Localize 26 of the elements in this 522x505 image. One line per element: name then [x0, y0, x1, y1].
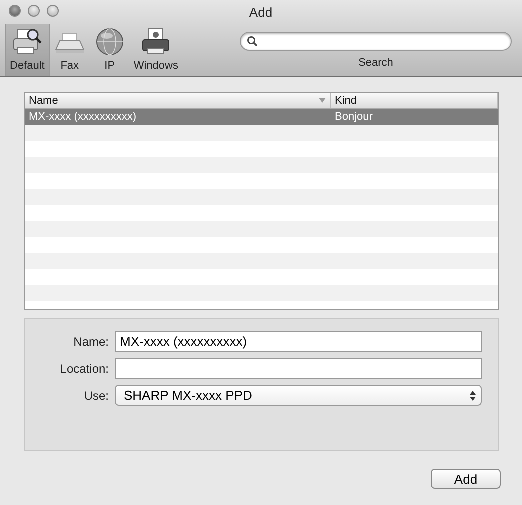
- name-field[interactable]: MX-xxxx (xxxxxxxxxx): [115, 331, 482, 352]
- close-button[interactable]: [9, 5, 21, 17]
- zoom-button[interactable]: [47, 5, 59, 17]
- search-icon: [247, 36, 258, 47]
- sort-arrow-icon: [319, 98, 326, 103]
- field-label: Location:: [59, 362, 109, 376]
- search-field[interactable]: [240, 32, 512, 51]
- location-field[interactable]: [115, 358, 482, 379]
- toolbar-item[interactable]: Fax: [50, 24, 90, 76]
- search-label: Search: [358, 57, 394, 69]
- field-label: Name:: [72, 334, 109, 348]
- toolbar-item[interactable]: Windows: [130, 24, 182, 76]
- column-header[interactable]: Kind: [331, 93, 498, 108]
- stepper-arrows-icon: [470, 390, 476, 400]
- table-cell-text: MX-xxxx (xxxxxxxxxx): [28, 110, 138, 125]
- globe-icon: [94, 26, 126, 58]
- minimize-button[interactable]: [28, 5, 40, 17]
- driver-dropdown[interactable]: SHARP MX-xxxx PPD: [115, 385, 482, 406]
- field-label: Use:: [83, 388, 109, 402]
- toolbar-item[interactable]: Default: [5, 24, 50, 76]
- table-cell-text: Bonjour: [334, 110, 374, 125]
- add-button[interactable]: Add: [431, 469, 501, 489]
- window-title: Add: [249, 4, 273, 20]
- printer-row[interactable]: MX-xxxx (xxxxxxxxxx) Bonjour: [25, 109, 498, 125]
- column-header[interactable]: Name: [25, 93, 331, 108]
- toolbar-item[interactable]: IP: [90, 24, 130, 76]
